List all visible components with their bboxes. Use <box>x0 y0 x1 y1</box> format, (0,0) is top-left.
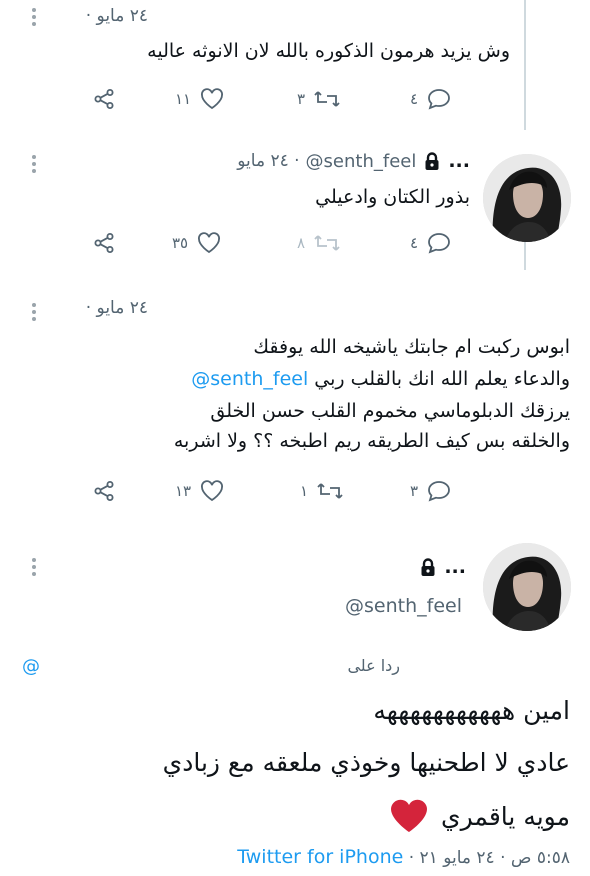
tweet-date: ٢٤ مايو · <box>85 6 148 26</box>
retweet-button[interactable]: ١ <box>300 476 344 506</box>
share-icon <box>94 89 114 109</box>
reply-to-label: ردا على <box>347 656 400 675</box>
share-button[interactable] <box>92 228 116 258</box>
timestamp-row: ٥:٥٨ ص · ٢٤ مايو ٢١ · Twitter for iPhone <box>237 846 570 868</box>
tweet-text: وش يزيد هرمون الذكوره بالله لان الانوثه … <box>147 40 510 62</box>
tweet-line-1: ابوس ركبت ام جابتك ياشيخه الله يوفقك <box>253 336 570 358</box>
reply-icon <box>428 89 450 110</box>
like-button[interactable]: ١١ <box>175 84 225 114</box>
reply-count: ٤ <box>410 90 419 108</box>
share-icon <box>94 233 114 253</box>
retweet-icon <box>317 483 343 499</box>
retweet-icon <box>314 91 340 107</box>
date: ٢٤ مايو ٢١ <box>419 848 495 868</box>
tweet-text: بذور الكتان وادعيلي <box>315 186 470 208</box>
display-name[interactable]: ... <box>448 150 470 172</box>
main-line-2: عادي لا اطحنيها وخوذي ملعقه مع زبادي <box>162 748 570 777</box>
mention-link[interactable]: @senth_feel <box>191 368 308 390</box>
tweet-actions: ١٣ ١ ٣ <box>0 476 590 506</box>
retweet-count: ٣ <box>297 90 306 108</box>
more-icon[interactable] <box>32 8 36 29</box>
main-name-row: ... <box>418 556 466 578</box>
like-button[interactable]: ١٣ <box>175 476 225 506</box>
like-icon <box>198 232 221 254</box>
like-icon <box>201 480 224 502</box>
more-icon[interactable] <box>32 558 36 579</box>
tweet-actions: ٣٥ ٨ ٤ <box>0 228 590 258</box>
tweet-line-3: يرزقك الدبلوماسي مخموم القلب حسن الخلق <box>210 400 570 422</box>
like-count: ١١ <box>175 90 192 108</box>
retweet-count: ٨ <box>297 234 306 252</box>
reply-count: ٣ <box>410 482 419 500</box>
share-button[interactable] <box>92 84 116 114</box>
reply-count: ٤ <box>410 234 419 252</box>
like-count: ٣٥ <box>172 234 189 252</box>
reply-button[interactable]: ٣ <box>410 476 452 506</box>
like-icon <box>201 88 224 110</box>
tweet-header: ... @senth_feel · ٢٤ مايو <box>237 150 470 172</box>
reply-to-handle[interactable]: @ <box>22 656 40 677</box>
avatar-image <box>483 543 571 631</box>
reply-button[interactable]: ٤ <box>410 84 452 114</box>
share-button[interactable] <box>92 476 116 506</box>
retweet-button-disabled: ٨ <box>297 228 341 258</box>
main-line-3: مويه ياقمري <box>389 798 570 834</box>
source-link[interactable]: Twitter for iPhone <box>237 846 403 868</box>
reply-icon <box>428 481 450 502</box>
handle[interactable]: @senth_feel <box>306 151 417 172</box>
more-icon[interactable] <box>32 155 36 176</box>
more-icon[interactable] <box>32 303 36 324</box>
tweet-line-4: والخلقه بس كيف الطريقه ريم اطبخه ؟؟ ولا … <box>173 430 570 452</box>
like-count: ١٣ <box>175 482 192 500</box>
handle[interactable]: @senth_feel <box>345 595 462 617</box>
tweet-line-2: والدعاء يعلم الله انك بالقلب ربي @senth_… <box>191 368 570 390</box>
lock-icon <box>421 558 435 576</box>
tweet-date: ٢٤ مايو · <box>85 298 148 318</box>
reply-icon <box>428 233 450 254</box>
display-name[interactable]: ... <box>444 556 466 578</box>
reply-to: @ ردا على <box>22 656 400 680</box>
like-button[interactable]: ٣٥ <box>172 228 222 258</box>
retweet-button[interactable]: ٣ <box>297 84 341 114</box>
share-icon <box>94 481 114 501</box>
heart-emoji-icon <box>391 799 428 832</box>
tweet-actions: ١١ ٣ ٤ <box>0 84 590 114</box>
main-line-1: امين هههههههههههه <box>373 696 570 725</box>
reply-button[interactable]: ٤ <box>410 228 452 258</box>
avatar[interactable] <box>483 543 571 631</box>
retweet-icon <box>314 235 340 251</box>
tweet-date: ٢٤ مايو <box>237 151 289 171</box>
time: ٥:٥٨ ص <box>510 848 570 868</box>
retweet-count: ١ <box>300 482 309 500</box>
lock-icon <box>425 152 439 170</box>
